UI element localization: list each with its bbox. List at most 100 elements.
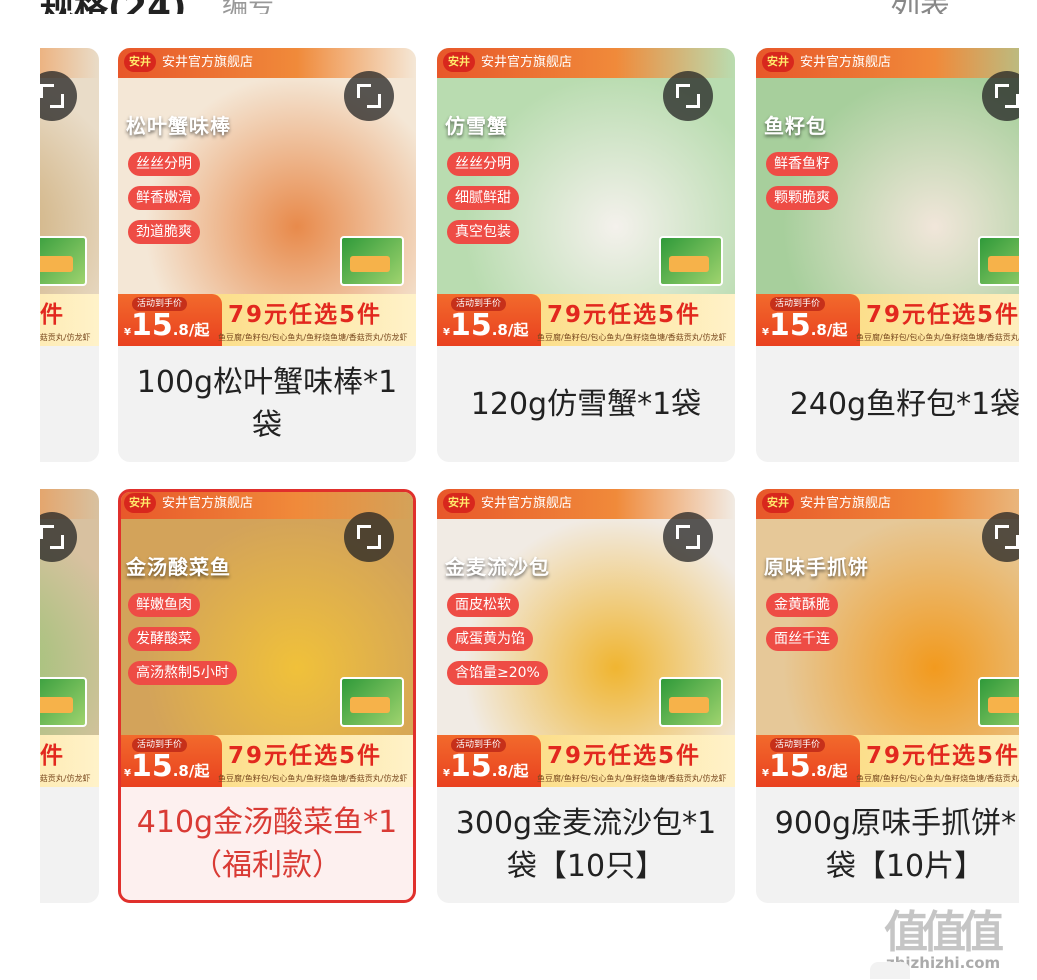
spec-title: 100g松叶蟹味棒*1袋: [136, 365, 398, 443]
promo-offer-text: 79元任选5件: [547, 743, 702, 769]
spec-card-sour-fish[interactable]: 安井 安井官方旗舰店 金汤酸菜鱼 鲜嫩鱼肉 发酵酸菜 高汤熬制5小时 活动到手价 ¥15.8/…: [118, 489, 416, 903]
feature-tag: 面丝千连: [766, 627, 838, 651]
shop-logo: 安井: [762, 493, 794, 513]
watermark-logo: 值值值: [884, 907, 1004, 958]
promo-banner: 活动到手价¥15.8/起79元任选5件鱼豆腐/鱼籽包/包心鱼丸/鱼籽烧鱼塘/香菇…: [437, 294, 735, 346]
spec-title: 20: [40, 787, 99, 903]
promo-banner: 活动到手价¥15.8/起79元任选5件鱼豆腐/鱼籽包/包心鱼丸/鱼籽烧鱼塘/香菇…: [40, 294, 99, 346]
view-toggle[interactable]: 列表: [890, 0, 950, 14]
quantity-label-partial: 数量: [40, 966, 120, 979]
promo-offer-text: 79元任选5件: [547, 302, 702, 328]
promo-price-box: 活动到手价 ¥15.8/起: [437, 294, 541, 346]
expand-icon[interactable]: [663, 512, 713, 562]
package-thumbnail: [40, 236, 87, 286]
promo-price-box: 活动到手价 ¥15.8/起: [121, 735, 222, 787]
feature-tag: 含馅量≥20%: [447, 661, 548, 685]
top-header-partial: 规格(24) 编号 列表: [0, 0, 1037, 14]
expand-icon[interactable]: [663, 71, 713, 121]
spec-title: 410g金汤酸菜鱼*1（福利款）: [136, 804, 398, 883]
feature-tag: 发酵酸菜: [128, 627, 200, 651]
shop-banner: 安井安井官方旗舰店: [756, 48, 1019, 78]
promo-banner: 活动到手价¥15.8/起79元任选5件鱼豆腐/鱼籽包/包心鱼丸/鱼籽烧鱼塘/香菇…: [40, 735, 99, 787]
feature-tag: 金黄酥脆: [766, 593, 838, 617]
promo-banner: 活动到手价¥15.8/起79元任选5件鱼豆腐/鱼籽包/包心鱼丸/鱼籽烧鱼塘/香菇…: [756, 735, 1019, 787]
feature-tag: 鲜香嫩滑: [128, 186, 200, 210]
spec-card-pancake[interactable]: 安井 安井官方旗舰店 原味手抓饼 金黄酥脆 面丝千连 活动到手价 ¥15.8/起 79元任选5…: [756, 489, 1019, 903]
promo-banner: 活动到手价¥15.8/起79元任选5件鱼豆腐/鱼籽包/包心鱼丸/鱼籽烧鱼塘/香菇…: [118, 294, 416, 346]
product-image[interactable]: 安井 安井官方旗舰店 原味手抓饼 金黄酥脆 面丝千连 活动到手价 ¥15.8/起 79元任选5…: [756, 489, 1019, 787]
promo-price: ¥15.8/起: [124, 749, 210, 784]
package-thumbnail: [340, 677, 404, 727]
spec-card-imitation-crab[interactable]: 安井 安井官方旗舰店 仿雪蟹 丝丝分明 细腻鲜甜 真空包装 活动到手价 ¥15.8/起 79元任…: [437, 48, 735, 462]
promo-price: ¥15.8/起: [443, 749, 529, 784]
feature-tag: 细腻鲜甜: [447, 186, 519, 210]
section-title: 规格(24): [40, 0, 186, 14]
expand-icon[interactable]: [344, 512, 394, 562]
promo-product-list: 鱼豆腐/鱼籽包/包心鱼丸/鱼籽烧鱼塘/香菇贡丸/仿龙虾味球: [40, 774, 91, 783]
promo-banner: 活动到手价¥15.8/起79元任选5件鱼豆腐/鱼籽包/包心鱼丸/鱼籽烧鱼塘/香菇…: [756, 294, 1019, 346]
promo-offer-text: 79元任选5件: [228, 302, 383, 328]
spec-card-custard-bun[interactable]: 安井 安井官方旗舰店 金麦流沙包 面皮松软 咸蛋黄为馅 含馅量≥20% 活动到手价 ¥15.8…: [437, 489, 735, 903]
promo-price: ¥15.8/起: [762, 308, 848, 343]
shop-banner: 安井安井官方旗舰店: [756, 489, 1019, 519]
promo-product-list: 鱼豆腐/鱼籽包/包心鱼丸/鱼籽烧鱼塘/香菇贡丸/仿龙虾味球: [537, 333, 727, 342]
expand-icon[interactable]: [982, 512, 1019, 562]
image-product-name: 松叶蟹味棒: [126, 114, 231, 138]
promo-price-box: 活动到手价 ¥15.8/起: [437, 735, 541, 787]
spec-card-partial-left-2[interactable]: 安井安井官方旗舰店活动到手价¥15.8/起79元任选5件鱼豆腐/鱼籽包/包心鱼丸…: [40, 489, 99, 903]
expand-icon[interactable]: [344, 71, 394, 121]
shop-name: 安井官方旗舰店: [162, 55, 254, 70]
feature-tag: 丝丝分明: [128, 152, 200, 176]
promo-banner: 活动到手价¥15.8/起79元任选5件鱼豆腐/鱼籽包/包心鱼丸/鱼籽烧鱼塘/香菇…: [121, 735, 413, 787]
product-image[interactable]: 安井 安井官方旗舰店松叶蟹味棒丝丝分明鲜香嫩滑劲道脆爽活动到手价 ¥15.8/起 79…: [118, 48, 416, 346]
shop-logo: 安井: [443, 52, 475, 72]
expand-icon[interactable]: [982, 71, 1019, 121]
package-thumbnail: [659, 677, 723, 727]
shop-name: 安井官方旗舰店: [481, 55, 573, 70]
quantity-stepper-partial[interactable]: [870, 962, 910, 979]
spec-card-partial-left-1[interactable]: 安井安井官方旗舰店活动到手价¥15.8/起79元任选5件鱼豆腐/鱼籽包/包心鱼丸…: [40, 48, 99, 462]
feature-tag: 鲜嫩鱼肉: [128, 593, 200, 617]
promo-price: ¥15.8/起: [124, 308, 210, 343]
spec-card-fish-roe-bun[interactable]: 安井 安井官方旗舰店 鱼籽包 鲜香鱼籽 颗颗脆爽 活动到手价 ¥15.8/起 79元任选5件鱼…: [756, 48, 1019, 462]
spec-title: 300g金麦流沙包*1袋【10只】: [455, 806, 717, 884]
expand-icon[interactable]: [40, 71, 77, 121]
package-thumbnail: [340, 236, 404, 286]
product-image[interactable]: 安井 安井官方旗舰店 金麦流沙包 面皮松软 咸蛋黄为馅 含馅量≥20% 活动到手价 ¥15.8…: [437, 489, 735, 787]
spec-title: 内 袋: [40, 346, 99, 462]
promo-product-list: 鱼豆腐/鱼籽包/包心鱼丸/鱼籽烧鱼塘/香菇贡丸/仿龙虾味球: [40, 333, 91, 342]
product-image[interactable]: 安井 安井官方旗舰店 金汤酸菜鱼 鲜嫩鱼肉 发酵酸菜 高汤熬制5小时 活动到手价 ¥15.8/…: [121, 492, 413, 787]
product-image[interactable]: 安井 安井官方旗舰店 仿雪蟹 丝丝分明 细腻鲜甜 真空包装 活动到手价 ¥15.8/起 79元任…: [437, 48, 735, 346]
feature-tag: 真空包装: [447, 220, 519, 244]
spec-card-crab-stick[interactable]: 安井 安井官方旗舰店松叶蟹味棒丝丝分明鲜香嫩滑劲道脆爽活动到手价 ¥15.8/起 79…: [118, 48, 416, 462]
promo-product-list: 鱼豆腐/鱼籽包/包心鱼丸/鱼籽烧鱼塘/香菇贡丸/仿龙虾味球: [218, 333, 408, 342]
product-image[interactable]: 安井 安井官方旗舰店 鱼籽包 鲜香鱼籽 颗颗脆爽 活动到手价 ¥15.8/起 79元任选5件鱼…: [756, 48, 1019, 346]
spec-grid: 安井安井官方旗舰店活动到手价¥15.8/起79元任选5件鱼豆腐/鱼籽包/包心鱼丸…: [40, 40, 1019, 920]
promo-offer-text: 79元任选5件: [866, 743, 1019, 769]
spec-title: 900g原味手抓饼*1袋【10片】: [774, 806, 1019, 884]
promo-price-box: 活动到手价 ¥15.8/起: [118, 294, 222, 346]
shop-name: 安井官方旗舰店: [481, 496, 573, 511]
promo-offer-text: 79元任选5件: [228, 743, 383, 769]
shop-name: 安井官方旗舰店: [162, 496, 254, 511]
image-product-name: 仿雪蟹: [445, 114, 508, 138]
feature-tag: 劲道脆爽: [128, 220, 200, 244]
product-image[interactable]: 安井安井官方旗舰店活动到手价¥15.8/起79元任选5件鱼豆腐/鱼籽包/包心鱼丸…: [40, 489, 99, 787]
shop-name: 安井官方旗舰店: [800, 496, 892, 511]
product-image[interactable]: 安井安井官方旗舰店活动到手价¥15.8/起79元任选5件鱼豆腐/鱼籽包/包心鱼丸…: [40, 48, 99, 346]
image-product-name: 鱼籽包: [764, 114, 827, 138]
promo-product-list: 鱼豆腐/鱼籽包/包心鱼丸/鱼籽烧鱼塘/香菇贡丸/仿龙虾味球: [537, 774, 727, 783]
spec-title: 120g仿雪蟹*1袋: [470, 386, 702, 422]
shop-logo: 安井: [124, 52, 156, 72]
expand-icon[interactable]: [40, 512, 77, 562]
promo-product-list: 鱼豆腐/鱼籽包/包心鱼丸/鱼籽烧鱼塘/香菇贡丸/仿龙虾味球: [218, 774, 408, 783]
promo-price: ¥15.8/起: [443, 308, 529, 343]
feature-tag: 面皮松软: [447, 593, 519, 617]
feature-tag: 鲜香鱼籽: [766, 152, 838, 176]
shop-name: 安井官方旗舰店: [800, 55, 892, 70]
promo-product-list: 鱼豆腐/鱼籽包/包心鱼丸/鱼籽烧鱼塘/香菇贡丸/仿龙虾味球: [856, 333, 1019, 342]
shop-logo: 安井: [762, 52, 794, 72]
feature-tag: 咸蛋黄为馅: [447, 627, 533, 651]
promo-offer-text: 79元任选5件: [40, 302, 66, 328]
feature-tag: 高汤熬制5小时: [128, 661, 237, 685]
